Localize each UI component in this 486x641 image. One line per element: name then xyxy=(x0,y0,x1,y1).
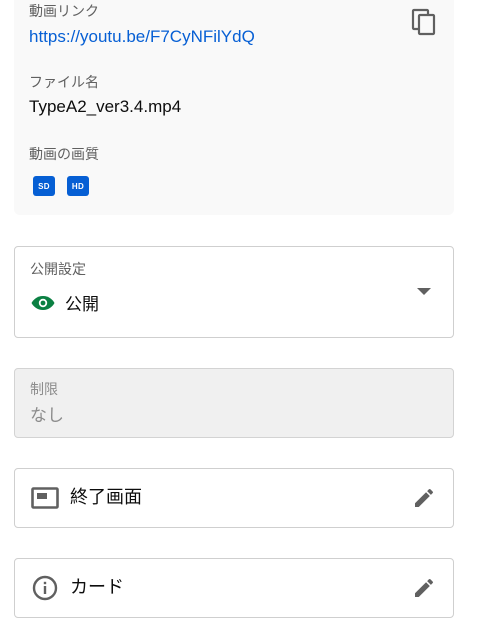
cards-row[interactable]: カード xyxy=(14,558,454,618)
end-screen-icon xyxy=(31,485,59,511)
visibility-dropdown[interactable]: 公開設定 公開 xyxy=(14,246,454,338)
eye-icon xyxy=(31,295,55,310)
restriction-value: なし xyxy=(30,406,64,425)
copy-icon xyxy=(411,8,436,36)
pencil-icon[interactable] xyxy=(411,485,437,511)
copy-link-button[interactable] xyxy=(407,5,441,39)
visibility-label: 公開設定 xyxy=(30,261,86,277)
visibility-value: 公開 xyxy=(31,290,99,315)
cards-label: カード xyxy=(70,577,124,597)
restriction-field: 制限 なし xyxy=(14,368,454,438)
video-link[interactable]: https://youtu.be/F7CyNFilYdQ xyxy=(29,26,255,48)
dropdown-arrow-icon xyxy=(417,288,431,295)
hd-badge: HD xyxy=(67,176,89,196)
video-quality-label: 動画の画質 xyxy=(29,146,99,162)
end-screen-label: 終了画面 xyxy=(70,487,142,507)
quality-badges: SD HD xyxy=(33,176,89,196)
file-name-label: ファイル名 xyxy=(29,74,99,90)
sd-badge: SD xyxy=(33,176,55,196)
video-link-label: 動画リンク xyxy=(29,3,99,19)
video-details-panel: 動画リンク https://youtu.be/F7CyNFilYdQ ファイル名… xyxy=(0,0,486,641)
end-screen-row[interactable]: 終了画面 xyxy=(14,468,454,528)
file-name: TypeA2_ver3.4.mp4 xyxy=(29,97,182,116)
info-icon xyxy=(31,575,59,601)
visibility-value-text: 公開 xyxy=(65,295,99,314)
video-info-card: 動画リンク https://youtu.be/F7CyNFilYdQ ファイル名… xyxy=(14,0,454,215)
pencil-icon[interactable] xyxy=(411,575,437,601)
restriction-label: 制限 xyxy=(30,381,58,397)
